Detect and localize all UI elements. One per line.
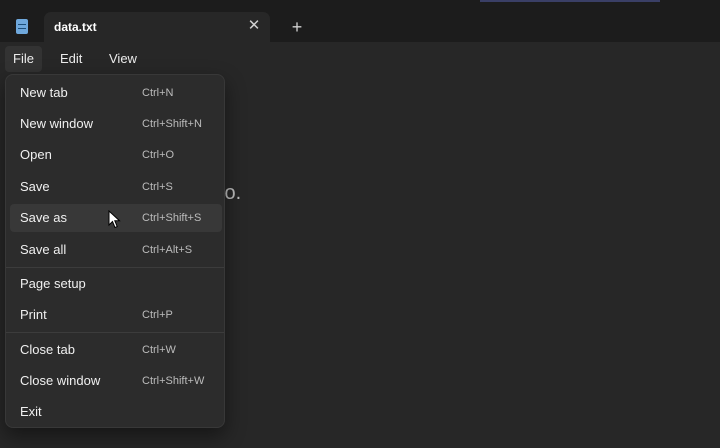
menu-item-shortcut: Ctrl+Shift+W — [142, 375, 205, 387]
menu-item-shortcut: Ctrl+P — [142, 309, 173, 321]
menu-separator — [6, 332, 224, 333]
menu-edit[interactable]: Edit — [52, 46, 90, 72]
menu-item-shortcut: Ctrl+Shift+S — [142, 212, 202, 224]
menu-item-new-tab[interactable]: New tab Ctrl+N — [10, 79, 222, 107]
menu-item-exit[interactable]: Exit — [10, 398, 222, 426]
menu-file[interactable]: File — [5, 46, 42, 72]
menu-view[interactable]: View — [101, 46, 145, 72]
tab-strip: data.txt ✕ + — [0, 0, 720, 42]
close-tab-icon[interactable]: ✕ — [244, 16, 264, 36]
menu-item-close-tab[interactable]: Close tab Ctrl+W — [10, 336, 222, 364]
menu-item-label: Close tab — [20, 342, 75, 357]
menu-item-label: Save as — [20, 210, 67, 225]
menu-separator — [6, 267, 224, 268]
menu-item-page-setup[interactable]: Page setup — [10, 270, 222, 298]
menu-item-label: Close window — [20, 373, 101, 388]
menu-item-shortcut: Ctrl+S — [142, 181, 173, 193]
menu-bar: File Edit View — [0, 42, 720, 74]
menu-item-save[interactable]: Save Ctrl+S — [10, 173, 222, 201]
menu-item-shortcut: Ctrl+N — [142, 87, 174, 99]
menu-item-close-window[interactable]: Close window Ctrl+Shift+W — [10, 367, 222, 395]
file-menu-dropdown: New tab Ctrl+N New window Ctrl+Shift+N O… — [5, 74, 225, 428]
menu-item-label: Page setup — [20, 276, 86, 291]
menu-item-label: Open — [20, 147, 52, 162]
notepad-icon — [16, 19, 28, 34]
menu-item-label: Print — [20, 307, 47, 322]
notepad-window: data.txt ✕ + File Edit View lo. New tab … — [0, 0, 720, 448]
tab-data-txt[interactable]: data.txt ✕ — [44, 12, 270, 42]
menu-item-shortcut: Ctrl+O — [142, 149, 175, 161]
menu-item-label: Save all — [20, 242, 67, 257]
tab-title: data.txt — [54, 20, 97, 34]
menu-item-new-window[interactable]: New window Ctrl+Shift+N — [10, 110, 222, 138]
menu-item-shortcut: Ctrl+Shift+N — [142, 118, 202, 130]
menu-item-label: Exit — [20, 404, 42, 419]
menu-item-shortcut: Ctrl+W — [142, 344, 176, 356]
menu-item-label: New tab — [20, 85, 68, 100]
menu-item-print[interactable]: Print Ctrl+P — [10, 301, 222, 329]
menu-item-label: New window — [20, 116, 93, 131]
titlebar-accent — [480, 0, 660, 2]
mouse-pointer-icon — [108, 210, 121, 229]
menu-item-label: Save — [20, 179, 50, 194]
menu-item-save-all[interactable]: Save all Ctrl+Alt+S — [10, 236, 222, 264]
menu-item-shortcut: Ctrl+Alt+S — [142, 244, 193, 256]
menu-item-open[interactable]: Open Ctrl+O — [10, 141, 222, 169]
new-tab-button[interactable]: + — [286, 16, 308, 38]
